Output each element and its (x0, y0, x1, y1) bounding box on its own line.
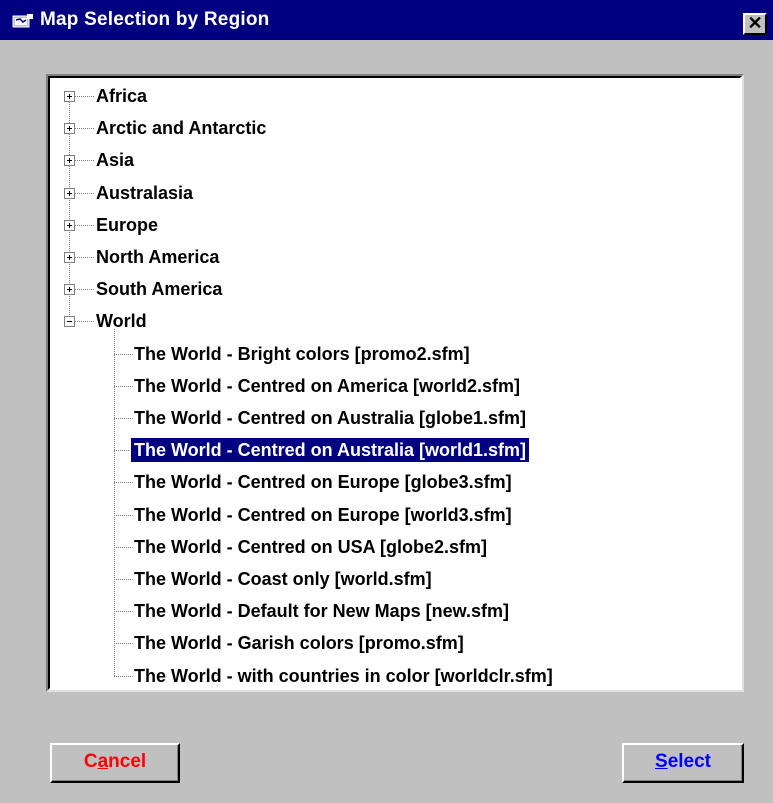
tree-node-map[interactable]: The World - Centred on USA [globe2.sfm] (131, 535, 490, 559)
cancel-label-accel: a (97, 751, 109, 772)
close-button[interactable]: ✕ (743, 13, 767, 35)
tree-node-region[interactable]: Arctic and Antarctic (96, 116, 266, 140)
tree-node-region[interactable]: Africa (96, 84, 147, 108)
expand-icon[interactable] (64, 91, 75, 102)
tree-node-region[interactable]: South America (96, 277, 222, 301)
tree-child-line (114, 329, 116, 676)
tree-node-map[interactable]: The World - Coast only [world.sfm] (131, 567, 435, 591)
tree-node-map[interactable]: The World - Centred on America [world2.s… (131, 374, 523, 398)
tree-branch-line (75, 321, 94, 323)
select-label-post: elect (667, 751, 711, 772)
tree-content: Africa Arctic and Antarctic Asia Australasi… (50, 78, 740, 688)
tree-branch-line (75, 257, 94, 259)
tree-branch-line (75, 96, 94, 98)
tree-node-region[interactable]: Australasia (96, 181, 193, 205)
expand-icon[interactable] (64, 219, 75, 231)
cancel-button[interactable]: Cancel (50, 743, 180, 783)
select-button[interactable]: Select (622, 743, 744, 783)
tree-node-map[interactable]: The World - Centred on Australia [globe1… (131, 406, 529, 430)
expand-icon[interactable] (64, 123, 75, 135)
cancel-label-pre: C (83, 751, 98, 772)
tree-branch-line (75, 192, 94, 195)
window-title: Map Selection by Region (40, 9, 270, 30)
tree-branch-line (75, 128, 94, 130)
expand-icon[interactable] (64, 187, 75, 199)
title-bar[interactable]: Map Selection by Region ✕ (0, 0, 773, 40)
region-tree[interactable]: Africa Arctic and Antarctic Asia Australasi… (48, 76, 742, 690)
tree-branch-line (75, 289, 94, 291)
close-icon: ✕ (747, 13, 763, 33)
expand-icon[interactable] (64, 155, 75, 167)
map-icon (12, 14, 33, 28)
tree-node-region[interactable]: Asia (96, 148, 134, 172)
collapse-icon[interactable] (64, 316, 75, 328)
tree-node-map-selected[interactable]: The World - Centred on Australia [world1… (129, 437, 531, 464)
tree-node-map[interactable]: The World - Bright colors [promo2.sfm] (131, 342, 473, 366)
map-selection-dialog: Map Selection by Region ✕ Africa Arctic a… (0, 0, 773, 803)
expand-icon[interactable] (64, 284, 75, 296)
tree-node-region[interactable]: North America (96, 245, 219, 269)
tree-branch-line (75, 224, 94, 227)
tree-node-map[interactable]: The World - Centred on Europe [world3.sf… (131, 503, 515, 527)
select-label-accel: S (655, 751, 668, 772)
tree-node-map[interactable]: The World - Centred on Europe [globe3.sf… (131, 470, 515, 494)
cancel-label-post: ncel (108, 751, 147, 772)
tree-node-region[interactable]: World (96, 309, 147, 333)
tree-node-map[interactable]: The World - Default for New Maps [new.sf… (131, 599, 512, 623)
tree-node-map[interactable]: The World - with countries in color [wor… (131, 664, 556, 688)
tree-node-map[interactable]: The World - Garish colors [promo.sfm] (131, 631, 467, 655)
tree-node-region[interactable]: Europe (96, 213, 158, 237)
tree-branch-line (75, 160, 94, 162)
expand-icon[interactable] (64, 252, 75, 263)
